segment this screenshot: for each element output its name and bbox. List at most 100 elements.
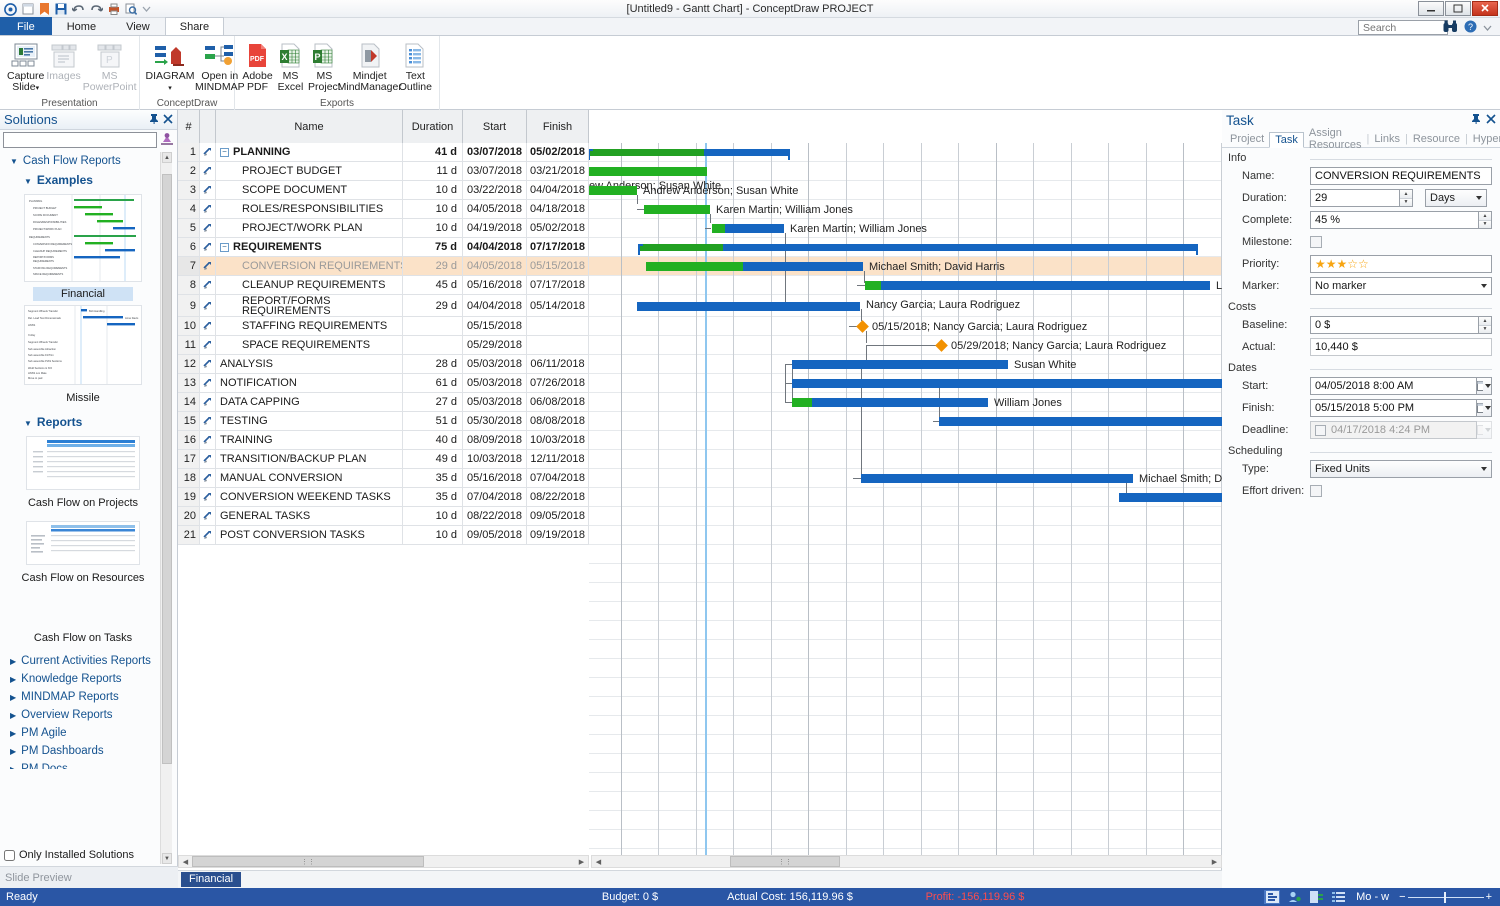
finish-cell[interactable]: 07/04/2018 — [527, 469, 589, 487]
task-bar[interactable] — [792, 398, 988, 407]
finish-cell[interactable]: 05/14/2018 — [527, 295, 589, 316]
table-row[interactable]: 20GENERAL TASKS10 d08/22/201809/05/2018 — [178, 507, 589, 526]
finish-cell[interactable]: 10/03/2018 — [527, 431, 589, 449]
finish-field[interactable]: 05/15/2018 5:00 PM — [1310, 399, 1477, 417]
finish-cell[interactable]: 03/21/2018 — [527, 162, 589, 180]
baseline-stepper[interactable]: ▲▼ — [1479, 316, 1492, 334]
resource-view-icon[interactable] — [1286, 890, 1302, 904]
solution-search-icon[interactable] — [160, 132, 174, 149]
only-installed-solutions-checkbox[interactable] — [4, 850, 15, 861]
start-cell[interactable]: 07/04/2018 — [463, 488, 527, 506]
table-row[interactable]: 19CONVERSION WEEKEND TASKS35 d07/04/2018… — [178, 488, 589, 507]
task-bar[interactable] — [865, 281, 1210, 290]
hscroll-thumb[interactable]: ⋮⋮ — [730, 856, 840, 867]
undo-icon[interactable] — [72, 4, 85, 15]
effort-driven-checkbox[interactable] — [1310, 485, 1322, 497]
finish-cell[interactable]: 08/08/2018 — [527, 412, 589, 430]
task-bar[interactable] — [589, 167, 707, 176]
task-name-cell[interactable]: GENERAL TASKS — [216, 507, 403, 525]
report-caption-cash-flow-projects[interactable]: Cash Flow on Projects — [0, 495, 166, 517]
ms-excel-button[interactable]: X MSExcel — [274, 39, 307, 95]
scroll-right-arrow[interactable]: ▶ — [575, 856, 588, 867]
task-indicator-icon[interactable] — [200, 143, 216, 161]
start-cell[interactable]: 08/22/2018 — [463, 507, 527, 525]
table-hscrollbar[interactable]: ◀ ⋮⋮ ▶ — [178, 855, 589, 868]
task-indicator-icon[interactable] — [200, 526, 216, 544]
duration-cell[interactable]: 61 d — [403, 374, 463, 392]
task-name-cell[interactable]: SPACE REQUIREMENTS — [216, 336, 403, 354]
duration-cell[interactable]: 27 d — [403, 393, 463, 411]
task-bar[interactable] — [792, 360, 1008, 369]
finish-cell[interactable]: 05/15/2018 — [527, 257, 589, 275]
solutions-group-overview-reports[interactable]: ▶Overview Reports — [0, 706, 166, 724]
new-icon[interactable] — [22, 3, 34, 15]
collapse-expander-icon[interactable]: − — [220, 243, 229, 252]
task-name-cell[interactable]: SCOPE DOCUMENT — [216, 181, 403, 199]
scroll-left-arrow[interactable]: ◀ — [592, 856, 605, 867]
task-indicator-icon[interactable] — [200, 374, 216, 392]
table-row[interactable]: 4ROLES/RESPONSIBILITIES10 d04/05/201804/… — [178, 200, 589, 219]
solutions-group-cash-flow-reports[interactable]: ▼Cash Flow Reports — [0, 152, 166, 170]
priority-field[interactable]: ★★★☆☆ — [1310, 255, 1492, 273]
start-cell[interactable]: 09/05/2018 — [463, 526, 527, 544]
open-icon[interactable] — [39, 3, 50, 15]
finish-cell[interactable]: 05/02/2018 — [527, 219, 589, 237]
task-name-cell[interactable]: CONVERSION REQUIREMENTS — [216, 257, 403, 275]
tab-resource[interactable]: Resource — [1408, 132, 1465, 146]
summary-bar[interactable] — [589, 149, 789, 156]
table-row[interactable]: 8CLEANUP REQUIREMENTS45 d05/16/201807/17… — [178, 276, 589, 295]
hscroll-thumb[interactable]: ⋮⋮ — [192, 856, 424, 867]
table-row[interactable]: 6−REQUIREMENTS75 d04/04/201807/17/2018 — [178, 238, 589, 257]
table-row[interactable]: 15TESTING51 d05/30/201808/08/2018 — [178, 412, 589, 431]
duration-cell[interactable]: 75 d — [403, 238, 463, 256]
milestone-checkbox[interactable] — [1310, 236, 1322, 248]
outline-view-icon[interactable] — [1330, 890, 1346, 904]
start-cell[interactable]: 04/05/2018 — [463, 200, 527, 218]
task-bar[interactable] — [637, 302, 860, 311]
chevron-down-icon[interactable] — [1483, 22, 1492, 34]
task-indicator-icon[interactable] — [200, 162, 216, 180]
ribbon-tab-view[interactable]: View — [111, 17, 165, 35]
close-button[interactable] — [1472, 1, 1498, 16]
task-indicator-icon[interactable] — [200, 336, 216, 354]
report-thumbnail-cash-flow-projects[interactable] — [0, 436, 166, 493]
adobe-pdf-button[interactable]: PDF AdobePDF — [241, 39, 274, 95]
task-indicator-icon[interactable] — [200, 431, 216, 449]
task-name-cell[interactable]: ROLES/RESPONSIBILITIES — [216, 200, 403, 218]
priority-stars[interactable]: ★★★☆☆ — [1315, 257, 1369, 271]
finish-cell[interactable]: 04/18/2018 — [527, 200, 589, 218]
duration-cell[interactable]: 29 d — [403, 295, 463, 316]
tab-hypernote[interactable]: Hypernote — [1468, 132, 1500, 146]
scroll-left-arrow[interactable]: ◀ — [179, 856, 192, 867]
gantt-row[interactable] — [589, 507, 1222, 526]
table-row[interactable]: 5PROJECT/WORK PLAN10 d04/19/201805/02/20… — [178, 219, 589, 238]
deadline-checkbox[interactable] — [1315, 425, 1326, 436]
task-bar[interactable] — [792, 379, 1222, 388]
task-indicator-icon[interactable] — [200, 276, 216, 294]
finish-cell[interactable] — [527, 336, 589, 354]
task-indicator-icon[interactable] — [200, 219, 216, 237]
task-indicator-icon[interactable] — [200, 488, 216, 506]
task-bar[interactable] — [644, 205, 710, 214]
redo-icon[interactable] — [90, 4, 103, 15]
task-bar[interactable] — [939, 417, 1222, 426]
task-name-cell[interactable]: STAFFING REQUIREMENTS — [216, 317, 403, 335]
start-cell[interactable]: 05/30/2018 — [463, 412, 527, 430]
report-caption-cash-flow-resources[interactable]: Cash Flow on Resources — [0, 570, 166, 592]
gantt-view-icon[interactable] — [1264, 890, 1280, 904]
duration-cell[interactable]: 10 d — [403, 526, 463, 544]
task-name-cell[interactable]: −PLANNING — [216, 143, 403, 161]
task-indicator-icon[interactable] — [200, 257, 216, 275]
search-input[interactable] — [1358, 20, 1448, 35]
duration-cell[interactable]: 35 d — [403, 469, 463, 487]
summary-bar[interactable] — [639, 244, 1197, 251]
task-name-cell[interactable]: CLEANUP REQUIREMENTS — [216, 276, 403, 294]
duration-stepper[interactable]: ▲▼ — [1400, 189, 1413, 207]
finish-cell[interactable]: 12/11/2018 — [527, 450, 589, 468]
pin-icon[interactable] — [149, 113, 159, 127]
finish-cell[interactable]: 09/05/2018 — [527, 507, 589, 525]
solutions-scrollbar[interactable]: ▲ ▼ — [160, 152, 172, 864]
solutions-group-pm-dashboards[interactable]: ▶PM Dashboards — [0, 742, 166, 760]
task-name-cell[interactable]: PROJECT BUDGET — [216, 162, 403, 180]
solution-thumbnail-missile[interactable]: Segment Wheels TransferRel. Load Test Di… — [0, 305, 166, 388]
